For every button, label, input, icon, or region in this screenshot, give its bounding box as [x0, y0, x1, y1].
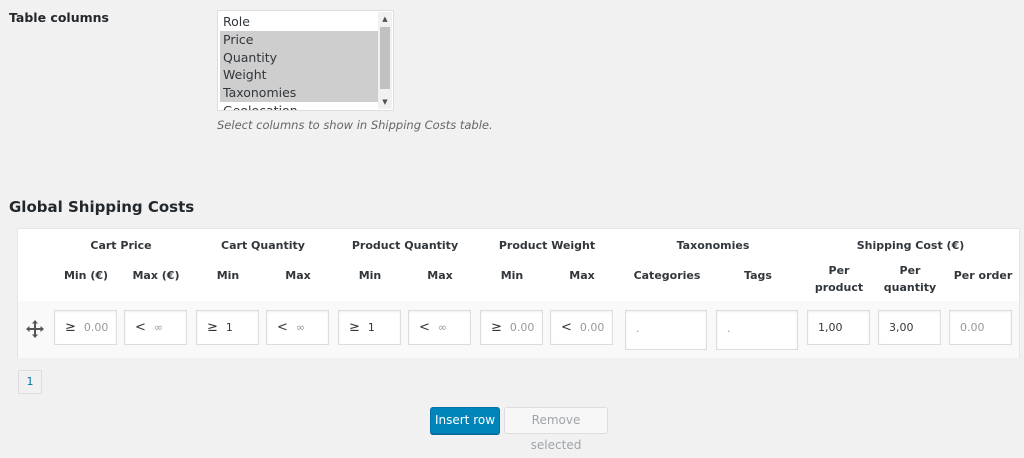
- insert-row-button[interactable]: Insert row: [430, 407, 500, 434]
- header-shipping-cost: Shipping Cost (€): [856, 239, 965, 252]
- cart-price-min-value: 0.00: [83, 321, 109, 334]
- table-columns-label: Table columns: [9, 10, 109, 25]
- shipping-costs-table: Cart Price Cart Quantity Product Quantit…: [17, 228, 1020, 358]
- option-quantity[interactable]: Quantity: [220, 48, 378, 67]
- categories-value: .: [636, 322, 640, 335]
- cart-qty-max-value: ∞: [295, 321, 306, 334]
- header-product-quantity: Product Quantity: [351, 239, 459, 252]
- header-cart-quantity: Cart Quantity: [221, 239, 305, 252]
- pagination-page-1[interactable]: 1: [18, 370, 42, 394]
- prod-qty-min-value: 1: [367, 321, 375, 334]
- cart-price-min-operator: ≥: [65, 320, 76, 335]
- option-taxonomies[interactable]: Taxonomies: [220, 84, 378, 102]
- cart-price-max-operator: <: [135, 320, 146, 335]
- header-product-weight: Product Weight: [498, 239, 596, 252]
- prod-qty-min-operator: ≥: [349, 320, 360, 335]
- prod-qty-max-value: ∞: [437, 321, 448, 334]
- header-prod-qty-min: Min: [358, 269, 382, 282]
- header-cart-price-max: Max (€): [132, 269, 180, 282]
- per-order-value: 0.00: [960, 321, 985, 334]
- header-cart-qty-max: Max: [285, 269, 311, 282]
- section-title: Global Shipping Costs: [9, 198, 195, 216]
- prod-weight-max-value: 0.00: [579, 321, 605, 334]
- table-columns-select[interactable]: Role Price Quantity Weight Taxonomies Ge…: [217, 10, 394, 111]
- header-prod-weight-min: Min: [500, 269, 524, 282]
- prod-weight-min-value: 0.00: [509, 321, 535, 334]
- prod-qty-max-operator: <: [419, 320, 430, 335]
- cart-qty-max-operator: <: [277, 320, 288, 335]
- cart-price-max-input[interactable]: < ∞: [124, 310, 187, 345]
- header-tags: Tags: [744, 269, 772, 282]
- per-product-input[interactable]: 1,00: [807, 310, 870, 345]
- per-order-input[interactable]: 0.00: [949, 310, 1012, 345]
- table-columns-hint: Select columns to show in Shipping Costs…: [217, 118, 493, 132]
- prod-qty-min-input[interactable]: ≥ 1: [338, 310, 401, 345]
- option-price[interactable]: Price: [220, 30, 378, 49]
- header-cart-qty-min: Min: [216, 269, 240, 282]
- option-weight[interactable]: Weight: [220, 66, 378, 85]
- prod-weight-min-operator: ≥: [491, 320, 502, 335]
- remove-selected-button[interactable]: Remove selected: [504, 407, 608, 452]
- header-per-order: Per order: [953, 269, 1013, 282]
- option-role[interactable]: Role: [220, 13, 378, 31]
- per-quantity-input[interactable]: 3,00: [878, 310, 941, 345]
- per-quantity-value: 3,00: [889, 321, 914, 334]
- scrollbar-thumb[interactable]: [380, 27, 390, 89]
- prod-weight-min-input[interactable]: ≥ 0.00: [480, 310, 543, 345]
- move-arrows-icon[interactable]: [26, 320, 44, 338]
- cart-qty-min-input[interactable]: ≥ 1: [196, 310, 259, 345]
- header-taxonomies: Taxonomies: [676, 239, 750, 252]
- header-per-quantity: Per quantity: [883, 264, 937, 294]
- header-prod-qty-max: Max: [427, 269, 453, 282]
- cart-qty-min-value: 1: [225, 321, 233, 334]
- prod-weight-max-operator: <: [561, 320, 572, 335]
- tags-select[interactable]: .: [716, 310, 798, 350]
- categories-select[interactable]: .: [625, 310, 707, 350]
- tags-value: .: [727, 322, 731, 335]
- option-geolocation[interactable]: Geolocation: [220, 102, 378, 110]
- prod-weight-max-input[interactable]: < 0.00: [550, 310, 613, 345]
- cart-qty-max-input[interactable]: < ∞: [266, 310, 329, 345]
- scroll-down-arrow-icon[interactable]: ▼: [378, 95, 392, 109]
- header-categories: Categories: [633, 269, 701, 282]
- prod-qty-max-input[interactable]: < ∞: [408, 310, 471, 345]
- header-cart-price-min: Min (€): [63, 269, 109, 282]
- header-per-product: Per product: [814, 264, 864, 294]
- per-product-value: 1,00: [818, 321, 843, 334]
- header-cart-price: Cart Price: [90, 239, 152, 252]
- header-prod-weight-max: Max: [569, 269, 595, 282]
- select-scrollbar[interactable]: ▲ ▼: [378, 12, 392, 109]
- cart-price-max-value: ∞: [153, 321, 164, 334]
- scroll-up-arrow-icon[interactable]: ▲: [378, 12, 392, 26]
- cart-price-min-input[interactable]: ≥ 0.00: [54, 310, 117, 345]
- cart-qty-min-operator: ≥: [207, 320, 218, 335]
